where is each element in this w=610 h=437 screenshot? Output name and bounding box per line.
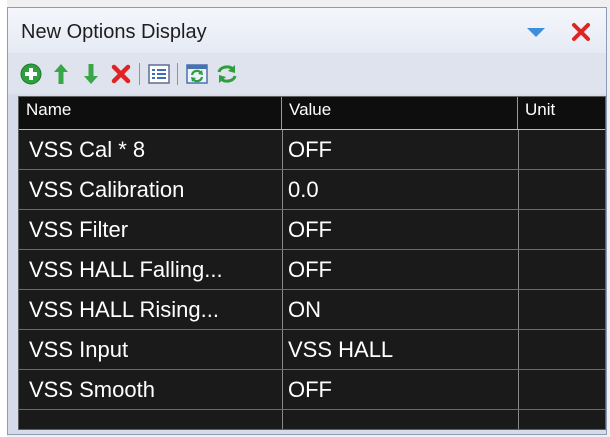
add-icon[interactable] bbox=[18, 61, 44, 87]
toolbar-separator bbox=[177, 63, 178, 85]
option-name: VSS Input bbox=[29, 337, 129, 362]
arrow-up-icon[interactable] bbox=[48, 61, 74, 87]
options-grid: Name Value Unit VSS Cal * 8 OFF VSS Cali… bbox=[18, 96, 606, 430]
table-row[interactable]: VSS Filter OFF bbox=[19, 210, 605, 250]
option-name: VSS Cal * 8 bbox=[29, 137, 146, 162]
option-value[interactable]: OFF bbox=[282, 210, 518, 249]
column-header-unit[interactable]: Unit bbox=[518, 97, 605, 129]
table-row[interactable]: VSS Calibration 0.0 bbox=[19, 170, 605, 210]
option-value[interactable]: OFF bbox=[282, 370, 518, 409]
option-unit bbox=[518, 290, 605, 329]
toolbar bbox=[8, 53, 606, 94]
table-row[interactable]: VSS HALL Rising... ON bbox=[19, 290, 605, 330]
delete-icon[interactable] bbox=[108, 61, 134, 87]
option-value[interactable]: OFF bbox=[282, 130, 518, 169]
option-name: VSS HALL Rising... bbox=[29, 297, 219, 322]
empty-cell bbox=[282, 410, 518, 429]
table-row[interactable]: VSS HALL Falling... OFF bbox=[19, 250, 605, 290]
option-value[interactable]: ON bbox=[282, 290, 518, 329]
column-header-value[interactable]: Value bbox=[282, 97, 518, 129]
dropdown-triangle-icon[interactable] bbox=[521, 18, 551, 46]
option-unit bbox=[518, 250, 605, 289]
option-name: VSS HALL Falling... bbox=[29, 257, 223, 282]
toolbar-separator bbox=[139, 63, 140, 85]
option-name: VSS Calibration bbox=[29, 177, 185, 202]
option-value[interactable]: VSS HALL bbox=[282, 330, 518, 369]
panel-title: New Options Display bbox=[21, 21, 207, 43]
close-icon[interactable] bbox=[566, 18, 596, 46]
column-header-name[interactable]: Name bbox=[19, 97, 282, 129]
refresh-icon[interactable] bbox=[184, 61, 210, 87]
window-left-edge bbox=[0, 0, 7, 437]
table-row[interactable]: VSS Cal * 8 OFF bbox=[19, 130, 605, 170]
arrow-down-icon[interactable] bbox=[78, 61, 104, 87]
grid-header: Name Value Unit bbox=[19, 97, 605, 130]
option-unit bbox=[518, 330, 605, 369]
empty-cell bbox=[518, 410, 605, 429]
table-row[interactable]: VSS Smooth OFF bbox=[19, 370, 605, 410]
option-value[interactable]: 0.0 bbox=[282, 170, 518, 209]
options-panel: New Options Display Name Value Unit VSS … bbox=[7, 7, 607, 435]
option-unit bbox=[518, 210, 605, 249]
sync-icon[interactable] bbox=[214, 61, 240, 87]
list-icon[interactable] bbox=[146, 61, 172, 87]
empty-cell bbox=[19, 410, 282, 429]
option-name: VSS Smooth bbox=[29, 377, 155, 402]
option-value[interactable]: OFF bbox=[282, 250, 518, 289]
option-name: VSS Filter bbox=[29, 217, 129, 242]
table-row[interactable]: VSS Input VSS HALL bbox=[19, 330, 605, 370]
option-unit bbox=[518, 370, 605, 409]
option-unit bbox=[518, 170, 605, 209]
title-bar: New Options Display bbox=[8, 8, 606, 53]
empty-row bbox=[19, 410, 605, 429]
option-unit bbox=[518, 130, 605, 169]
